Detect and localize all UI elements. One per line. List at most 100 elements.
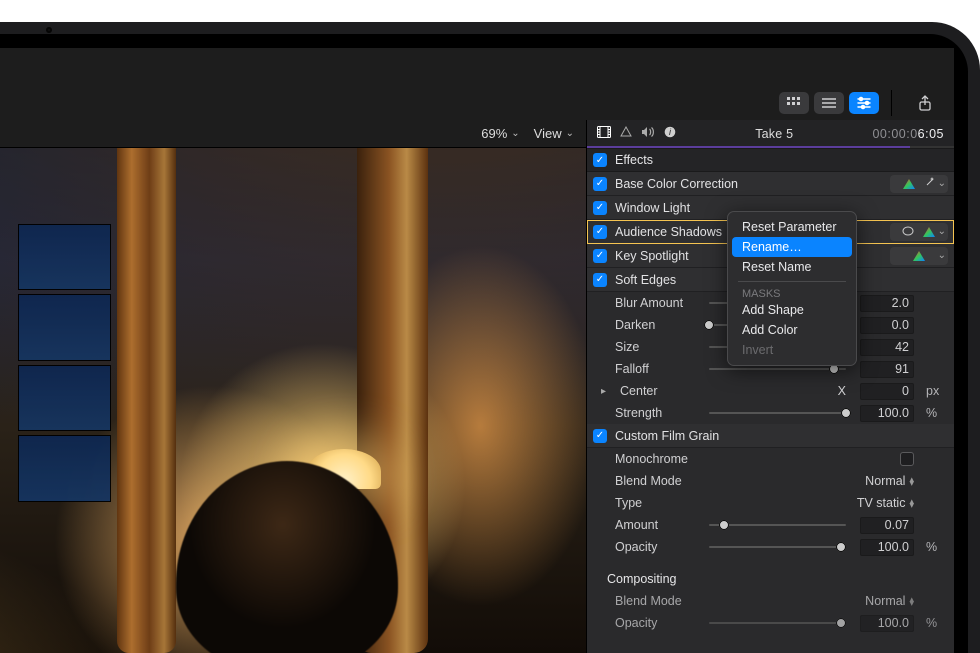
unit: % xyxy=(922,406,946,420)
effect-checkbox[interactable]: ✓ xyxy=(593,273,607,287)
inspector-scroll[interactable]: ✓ Effects ✓Base Color Correction⌄✓Window… xyxy=(587,148,954,653)
param-label: Blur Amount xyxy=(615,296,701,310)
param-value[interactable]: 42 xyxy=(860,339,914,356)
magic-wand-icon[interactable] xyxy=(924,176,936,191)
effect-checkbox[interactable]: ✓ xyxy=(593,201,607,215)
param-row-comp-opacity: Opacity 100.0 % xyxy=(587,612,954,634)
param-label: Blend Mode xyxy=(615,594,701,608)
tab-info[interactable]: i xyxy=(664,126,676,141)
param-value[interactable]: 91 xyxy=(860,361,914,378)
menu-separator xyxy=(738,281,846,282)
stage: 69% ⌄ View ⌄ xyxy=(0,0,980,653)
layout-list-button[interactable] xyxy=(814,92,844,114)
stepper-icon: ▴▾ xyxy=(909,477,914,485)
effects-label: Effects xyxy=(615,153,653,167)
color-wheel-icon xyxy=(902,178,916,190)
opacity-slider[interactable] xyxy=(709,540,846,554)
effect-row-custom-film-grain[interactable]: ✓ Custom Film Grain xyxy=(587,424,954,448)
zoom-value: 69% xyxy=(481,126,507,141)
param-row: ▸CenterX0px xyxy=(587,380,954,402)
layout-grid-button[interactable] xyxy=(779,92,809,114)
unit: px xyxy=(922,384,946,398)
effect-checkbox[interactable]: ✓ xyxy=(593,177,607,191)
param-label: Type xyxy=(615,496,701,510)
effect-checkbox[interactable]: ✓ xyxy=(593,249,607,263)
param-row-type: Type TV static ▴▾ xyxy=(587,492,954,514)
tab-video[interactable] xyxy=(597,126,611,141)
param-label: Darken xyxy=(615,318,701,332)
scene-curtain xyxy=(117,148,176,653)
param-value[interactable]: 0.0 xyxy=(860,317,914,334)
unit: % xyxy=(922,540,946,554)
comp-blend-popup[interactable]: Normal ▴▾ xyxy=(865,594,914,608)
menu-item[interactable]: Reset Parameter xyxy=(732,217,852,237)
bezel: 69% ⌄ View ⌄ xyxy=(0,34,968,653)
compositing-header[interactable]: Compositing xyxy=(587,568,954,590)
tab-color[interactable] xyxy=(620,126,632,141)
opacity-value[interactable]: 100.0 xyxy=(860,539,914,556)
menu-item[interactable]: Add Shape xyxy=(732,300,852,320)
param-label: Center xyxy=(620,384,706,398)
param-value[interactable]: 0 xyxy=(860,383,914,400)
effect-checkbox[interactable]: ✓ xyxy=(593,225,607,239)
param-row-blend-mode: Blend Mode Normal ▴▾ xyxy=(587,470,954,492)
monochrome-checkbox[interactable] xyxy=(900,452,914,466)
mask-icon xyxy=(902,225,914,239)
param-row-opacity: Opacity 100.0 % xyxy=(587,536,954,558)
view-label: View xyxy=(534,126,562,141)
inspector-header: i Take 5 00:00:06:05 xyxy=(587,120,954,148)
timecode-end: 6:05 xyxy=(918,127,944,141)
preview-image xyxy=(0,148,586,653)
disclosure-triangle-icon[interactable]: ▸ xyxy=(601,386,606,397)
comp-opacity-value[interactable]: 100.0 xyxy=(860,615,914,632)
param-label: Amount xyxy=(615,518,701,532)
effect-name: Custom Film Grain xyxy=(615,429,765,443)
param-row-comp-blend: Blend Mode Normal ▴▾ xyxy=(587,590,954,612)
param-label: Opacity xyxy=(615,616,701,630)
param-label: Size xyxy=(615,340,701,354)
blend-mode-popup[interactable]: Normal ▴▾ xyxy=(865,474,914,488)
stepper-icon: ▴▾ xyxy=(909,499,914,507)
param-slider[interactable] xyxy=(709,406,846,420)
viewer-toolbar: 69% ⌄ View ⌄ xyxy=(0,120,586,148)
camera-dot xyxy=(46,27,52,33)
effect-checkbox[interactable]: ✓ xyxy=(593,429,607,443)
view-menu[interactable]: View ⌄ xyxy=(534,126,574,141)
layout-segmented-control xyxy=(779,92,879,114)
comp-opacity-slider[interactable] xyxy=(709,616,846,630)
inspector-tabs: i xyxy=(597,126,676,141)
chevron-down-icon[interactable]: ⌄ xyxy=(938,250,946,261)
param-row-monochrome: Monochrome xyxy=(587,448,954,470)
tab-audio[interactable] xyxy=(641,126,655,141)
param-label: Falloff xyxy=(615,362,701,376)
effect-row[interactable]: ✓Base Color Correction⌄ xyxy=(587,172,954,196)
toolbar-divider xyxy=(891,90,892,116)
context-menu[interactable]: Reset ParameterRename…Reset NameMASKSAdd… xyxy=(727,211,857,366)
param-value[interactable]: 100.0 xyxy=(860,405,914,422)
layout-inspector-button[interactable] xyxy=(849,92,879,114)
unit: % xyxy=(922,616,946,630)
amount-value[interactable]: 0.07 xyxy=(860,517,914,534)
clip-timecode: 00:00:06:05 xyxy=(872,127,944,141)
chevron-down-icon: ⌄ xyxy=(511,128,519,139)
chevron-down-icon[interactable]: ⌄ xyxy=(938,226,946,237)
laptop-frame: 69% ⌄ View ⌄ xyxy=(0,22,980,653)
menu-item[interactable]: Add Color xyxy=(732,320,852,340)
share-button[interactable] xyxy=(910,92,940,114)
screen: 69% ⌄ View ⌄ xyxy=(0,48,954,653)
chevron-down-icon: ⌄ xyxy=(566,128,574,139)
zoom-menu[interactable]: 69% ⌄ xyxy=(481,126,519,141)
param-value[interactable]: 2.0 xyxy=(860,295,914,312)
amount-slider[interactable] xyxy=(709,518,846,532)
effects-checkbox[interactable]: ✓ xyxy=(593,153,607,167)
menu-item[interactable]: Reset Name xyxy=(732,257,852,277)
chevron-down-icon[interactable]: ⌄ xyxy=(938,178,946,189)
effects-section-header[interactable]: ✓ Effects xyxy=(587,148,954,172)
menu-item[interactable]: Rename… xyxy=(732,237,852,257)
stepper-icon: ▴▾ xyxy=(909,597,914,605)
content-split: 69% ⌄ View ⌄ xyxy=(0,120,954,653)
viewer-canvas[interactable] xyxy=(0,148,586,653)
color-wheel-icon xyxy=(922,226,936,238)
type-popup[interactable]: TV static ▴▾ xyxy=(857,496,914,510)
clip-title: Take 5 xyxy=(686,127,862,141)
